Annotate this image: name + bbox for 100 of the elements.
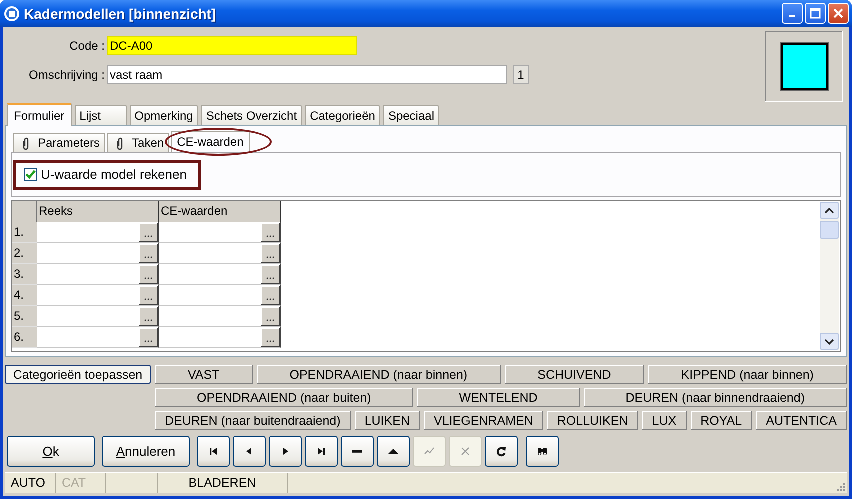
ellipsis-icon (144, 319, 153, 322)
toolbar-button[interactable] (305, 436, 338, 467)
ellipsis-button[interactable] (261, 265, 280, 284)
tab[interactable]: Taken (107, 133, 170, 152)
table-cell[interactable] (159, 327, 281, 348)
ellipsis-button[interactable] (261, 328, 280, 347)
tab[interactable]: Speciaal (383, 105, 440, 125)
ellipsis-button[interactable] (139, 307, 158, 326)
apply-categories-button[interactable]: Categorieën toepassen (5, 365, 151, 384)
row-number: 1. (12, 222, 37, 243)
tab[interactable]: Opmerking (130, 105, 198, 125)
tab[interactable]: Parameters (13, 133, 106, 152)
cross-icon (460, 446, 471, 457)
ellipsis-icon (144, 277, 153, 280)
tab[interactable]: Schets Overzicht (201, 105, 302, 125)
row-number: 5. (12, 306, 37, 327)
toolbar-button[interactable] (233, 436, 266, 467)
toolbar-button[interactable] (269, 436, 302, 467)
check-icon (424, 446, 435, 457)
text-field[interactable]: vast raam (107, 65, 507, 84)
status-text: AUTO (5, 473, 56, 493)
last-record-icon (316, 446, 327, 457)
refresh-icon (496, 446, 507, 457)
toolbar-button[interactable] (197, 436, 230, 467)
caret-down-icon (825, 338, 834, 344)
toolbar-button[interactable] (341, 436, 374, 467)
table-cell[interactable] (159, 222, 281, 243)
app-icon (4, 6, 20, 22)
ellipsis-icon (266, 256, 275, 259)
scroll-thumb[interactable] (820, 221, 839, 239)
category-button[interactable]: KIPPEND (naar binnen) (648, 365, 847, 384)
category-button[interactable]: LUX (642, 411, 687, 430)
maximize-button[interactable] (805, 3, 826, 24)
category-button[interactable]: OPENDRAAIEND (naar buiten) (155, 388, 414, 407)
ellipsis-button[interactable] (139, 265, 158, 284)
row-number: 2. (12, 243, 37, 264)
toolbar-button[interactable] (485, 436, 518, 467)
category-button[interactable]: VAST (155, 365, 253, 384)
ellipsis-button[interactable] (139, 223, 158, 242)
ellipsis-button[interactable] (139, 328, 158, 347)
ellipsis-button[interactable] (139, 286, 158, 305)
category-button[interactable]: OPENDRAAIEND (naar binnen) (256, 365, 501, 384)
tab[interactable]: Categorieën (305, 105, 380, 125)
caret-up-icon (825, 208, 834, 214)
binoculars-icon (537, 446, 548, 457)
category-button[interactable]: DEUREN (naar binnendraaiend) (584, 388, 847, 407)
tab[interactable]: CE-waarden (171, 131, 250, 152)
dialog-button[interactable]: Ok (7, 436, 95, 467)
tab[interactable]: Formulier (7, 103, 72, 126)
status-text: CAT (56, 473, 106, 493)
table-cell[interactable] (159, 285, 281, 306)
table-cell[interactable] (159, 264, 281, 285)
first-record-icon (208, 446, 219, 457)
close-icon (833, 8, 844, 19)
table-cell[interactable] (37, 285, 159, 306)
count-badge: 1 (513, 65, 529, 84)
row-number: 4. (12, 285, 37, 306)
status-text: BLADEREN (158, 473, 288, 493)
checkbox-label: U-waarde model rekenen (41, 167, 187, 182)
ellipsis-icon (266, 298, 275, 301)
ellipsis-icon (144, 235, 153, 238)
close-button[interactable] (828, 3, 849, 24)
category-button[interactable]: LUIKEN (354, 411, 420, 430)
ellipsis-icon (144, 340, 153, 343)
ellipsis-button[interactable] (261, 307, 280, 326)
row-number: 6. (12, 327, 37, 348)
text-field[interactable]: DC-A00 (107, 36, 357, 55)
ellipsis-icon (144, 256, 153, 259)
ellipsis-button[interactable] (261, 244, 280, 263)
category-button[interactable]: DEUREN (naar buitendraaiend) (155, 411, 351, 430)
ellipsis-icon (144, 298, 153, 301)
category-button[interactable]: SCHUIVEND (504, 365, 644, 384)
category-button[interactable]: ROLLUIKEN (547, 411, 638, 430)
tab[interactable]: Lijst (74, 105, 127, 125)
toolbar-button[interactable] (377, 436, 410, 467)
field-label: Code : (68, 38, 105, 52)
toolbar-button[interactable] (526, 436, 559, 467)
category-button[interactable]: WENTELEND (417, 388, 580, 407)
vertical-scrollbar[interactable] (820, 202, 839, 350)
category-button[interactable]: ROYAL (690, 411, 752, 430)
ellipsis-icon (266, 235, 275, 238)
ellipsis-button[interactable] (139, 244, 158, 263)
ellipsis-button[interactable] (261, 286, 280, 305)
resize-grip-icon (835, 481, 845, 491)
category-button[interactable]: VLIEGENRAMEN (424, 411, 544, 430)
table-cell[interactable] (159, 243, 281, 264)
table-cell[interactable] (37, 222, 159, 243)
minimize-button[interactable] (782, 3, 803, 24)
ellipsis-button[interactable] (261, 223, 280, 242)
ellipsis-icon (266, 277, 275, 280)
table-cell[interactable] (37, 264, 159, 285)
dialog-button[interactable]: Annuleren (102, 436, 190, 467)
category-button[interactable]: AUTENTICA (756, 411, 847, 430)
table-cell[interactable] (37, 327, 159, 348)
table-cell[interactable] (37, 243, 159, 264)
triangle-up-icon (388, 446, 399, 457)
table-cell[interactable] (37, 306, 159, 327)
window-title: Kadermodellen [binnenzicht] (24, 6, 218, 22)
checkbox[interactable] (24, 168, 37, 181)
table-cell[interactable] (159, 306, 281, 327)
